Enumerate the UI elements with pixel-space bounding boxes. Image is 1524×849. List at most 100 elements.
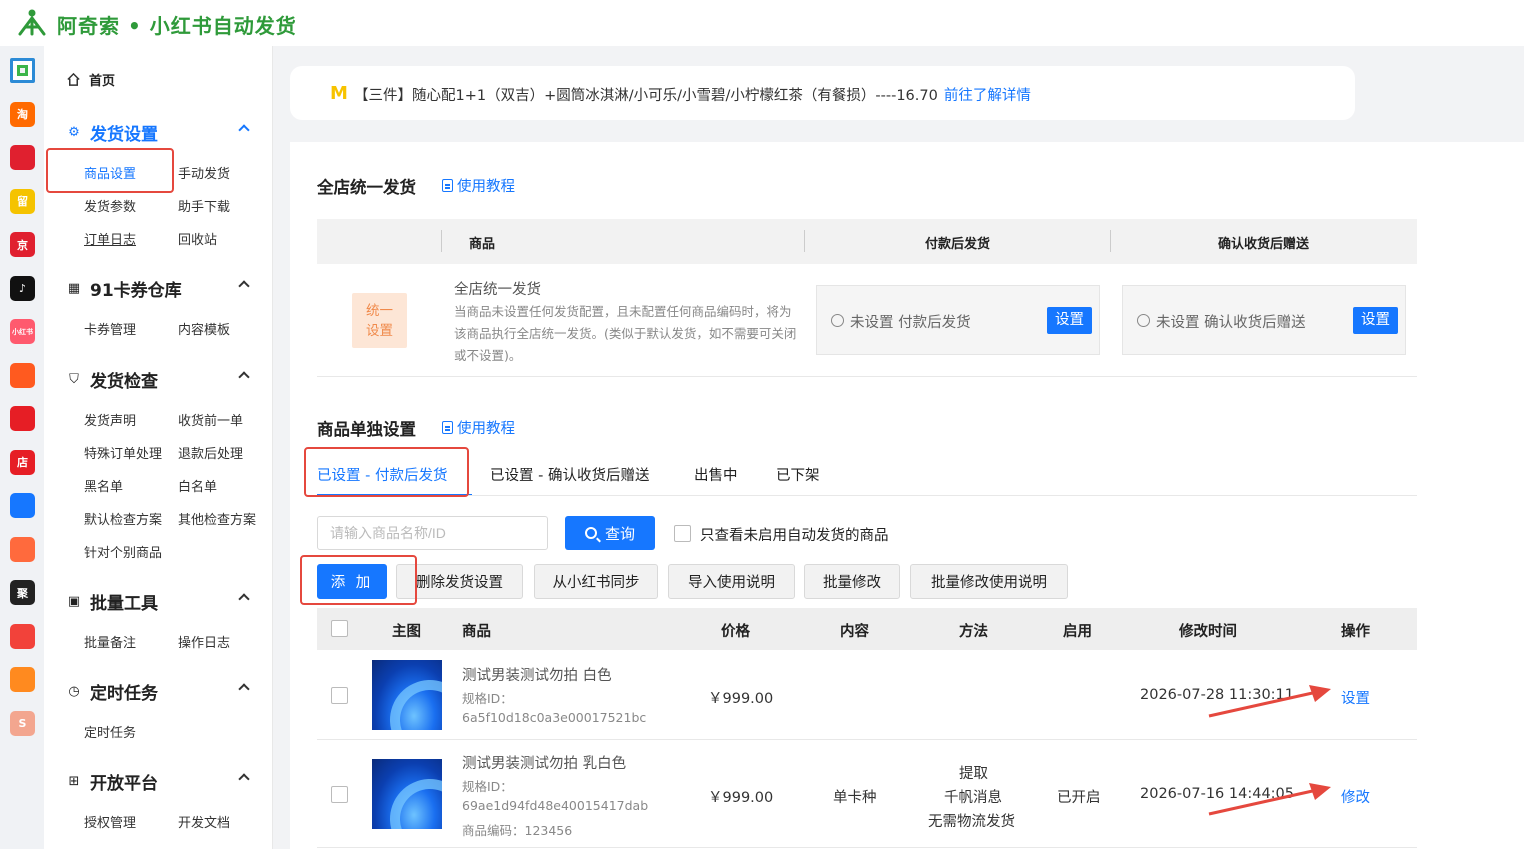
sidebar-item-delivery-statement[interactable]: 发货声明 bbox=[84, 410, 136, 429]
sidebar-item-individual-product[interactable]: 针对个别商品 bbox=[84, 542, 162, 561]
group-card-warehouse[interactable]: ▦ 91卡券仓库 bbox=[66, 276, 256, 301]
sidebar-item-auth-manage[interactable]: 授权管理 bbox=[84, 812, 136, 831]
group-title: 91卡券仓库 bbox=[90, 280, 182, 301]
radio-icon bbox=[1137, 314, 1150, 327]
confirm-gift-config: 未设置 确认收货后赠送 设置 bbox=[1122, 285, 1406, 355]
liuliu-icon[interactable]: 留 bbox=[10, 188, 35, 214]
col-confirm-gift: 确认收货后赠送 bbox=[1218, 237, 1310, 252]
confirm-set-button[interactable]: 设置 bbox=[1353, 307, 1398, 334]
document-icon bbox=[442, 421, 453, 434]
sidebar-item-default-check[interactable]: 默认检查方案 bbox=[84, 509, 162, 528]
kuaimai-icon[interactable]: 聚 bbox=[10, 580, 35, 605]
notice-link[interactable]: 前往了解详情 bbox=[944, 88, 1031, 104]
promo-notice: M 【三件】随心配1+1（双吉）+圆筒冰淇淋/小可乐/小雪碧/小柠檬红茶（有餐损… bbox=[290, 66, 1355, 120]
nav-home[interactable]: 首页 bbox=[66, 70, 115, 89]
group-delivery-settings[interactable]: ⚙ 发货设置 bbox=[66, 120, 256, 145]
row-checkbox[interactable] bbox=[331, 687, 348, 704]
sidebar-item-delivery-params[interactable]: 发货参数 bbox=[84, 196, 136, 215]
spec-id: 69ae1d94fd48e40015417dab bbox=[462, 798, 649, 813]
unified-tutorial-link[interactable]: 使用教程 bbox=[442, 175, 515, 196]
sidebar-item-batch-note[interactable]: 批量备注 bbox=[84, 632, 136, 651]
link-icon[interactable] bbox=[10, 493, 35, 518]
mcdonalds-logo-icon: M bbox=[330, 83, 348, 104]
sidebar-item-helper-download[interactable]: 助手下载 bbox=[178, 196, 230, 215]
query-label: 查询 bbox=[604, 524, 635, 543]
sidebar-item-whitelist[interactable]: 白名单 bbox=[178, 476, 217, 495]
group-scheduled-tasks[interactable]: ◷ 定时任务 bbox=[66, 679, 256, 704]
sidebar-item-other-check[interactable]: 其他检查方案 bbox=[178, 509, 256, 528]
sidebar-item-operation-log[interactable]: 操作日志 bbox=[178, 632, 230, 651]
nav-home-label: 首页 bbox=[89, 74, 116, 89]
group-delivery-check[interactable]: ⛉ 发货检查 bbox=[66, 367, 256, 392]
price: ￥999.00 bbox=[708, 790, 774, 806]
kuaishou-icon[interactable] bbox=[10, 362, 35, 388]
col-content: 内容 bbox=[840, 624, 869, 640]
thumb-icon[interactable] bbox=[10, 406, 35, 431]
sidebar-item-order-log[interactable]: 订单日志 bbox=[84, 229, 136, 248]
pay-delivery-config: 未设置 付款后发货 设置 bbox=[816, 285, 1100, 355]
douyin-icon[interactable]: ♪ bbox=[10, 275, 35, 301]
unified-badge: 统一 设置 bbox=[352, 293, 407, 348]
only-unenabled-checkbox[interactable] bbox=[674, 525, 691, 542]
batch-edit-guide-button[interactable]: 批量修改使用说明 bbox=[910, 564, 1068, 599]
col-price: 价格 bbox=[721, 624, 750, 640]
sync-xhs-button[interactable]: 从小红书同步 bbox=[534, 564, 658, 599]
sidebar-item-manual-delivery[interactable]: 手动发货 bbox=[178, 163, 230, 182]
sidebar-item-recycle-bin[interactable]: 回收站 bbox=[178, 229, 217, 248]
grid-icon: ▦ bbox=[67, 280, 81, 296]
clock-icon: ◷ bbox=[68, 683, 80, 699]
jd-icon[interactable]: 京 bbox=[10, 232, 35, 257]
product-thumbnail[interactable] bbox=[372, 660, 442, 730]
unified-row-title: 全店统一发货 bbox=[454, 282, 541, 298]
batch-edit-button[interactable]: 批量修改 bbox=[804, 564, 900, 599]
gear-icon: ⚙ bbox=[68, 124, 80, 140]
sidebar-item-scheduled-task[interactable]: 定时任务 bbox=[84, 722, 136, 741]
tab-on-sale[interactable]: 出售中 bbox=[694, 464, 738, 485]
grid-app-icon[interactable] bbox=[10, 58, 35, 83]
search-input[interactable] bbox=[317, 516, 548, 550]
tab-off-shelf[interactable]: 已下架 bbox=[776, 464, 820, 485]
orange-icon[interactable] bbox=[10, 667, 35, 692]
pay-set-button[interactable]: 设置 bbox=[1047, 307, 1092, 334]
select-all-checkbox[interactable] bbox=[331, 620, 348, 637]
apps-icon: ⊞ bbox=[68, 773, 80, 789]
sidebar-item-content-template[interactable]: 内容模板 bbox=[178, 319, 230, 338]
tab-divider bbox=[317, 495, 1417, 496]
group-batch-tools[interactable]: ▣ 批量工具 bbox=[66, 589, 256, 614]
badge-line-1: 统一 bbox=[366, 302, 393, 319]
document-icon bbox=[442, 179, 453, 192]
method-line-1: 提取 bbox=[959, 766, 988, 782]
highlight-box bbox=[300, 555, 417, 605]
tab-set-confirm-gift[interactable]: 已设置 - 确认收货后赠送 bbox=[490, 464, 649, 485]
shop-icon[interactable] bbox=[10, 536, 35, 562]
sidebar-item-coupon-manage[interactable]: 卡券管理 bbox=[84, 319, 136, 338]
tmall-icon[interactable] bbox=[10, 145, 35, 170]
taobao-icon[interactable]: 淘 bbox=[10, 101, 35, 127]
sidebar-item-special-orders[interactable]: 特殊订单处理 bbox=[84, 443, 162, 462]
group-open-platform[interactable]: ⊞ 开放平台 bbox=[66, 769, 256, 794]
sidebar-item-blacklist[interactable]: 黑名单 bbox=[84, 476, 123, 495]
col-operation: 操作 bbox=[1341, 624, 1370, 640]
edit-link[interactable]: 修改 bbox=[1341, 786, 1370, 807]
tutorial-label: 使用教程 bbox=[457, 421, 515, 437]
xiaohongshu-icon[interactable]: 小红书 bbox=[10, 319, 35, 344]
query-button[interactable]: 查询 bbox=[565, 516, 655, 550]
store-icon[interactable]: 店 bbox=[10, 449, 35, 475]
shopee-icon[interactable]: S bbox=[10, 710, 35, 736]
unified-row-desc: 当商品未设置任何发货配置，且未配置任何商品编码时，将为该商品执行全店统一发货。(… bbox=[454, 304, 797, 363]
sidebar-item-after-refund[interactable]: 退款后处理 bbox=[178, 443, 243, 462]
import-guide-button[interactable]: 导入使用说明 bbox=[668, 564, 795, 599]
sidebar-item-before-receipt[interactable]: 收货前一单 bbox=[178, 410, 243, 429]
row-checkbox[interactable] bbox=[331, 786, 348, 803]
product-name[interactable]: 测试男装测试勿拍 乳白色 bbox=[462, 752, 626, 773]
product-name[interactable]: 测试男装测试勿拍 白色 bbox=[462, 664, 612, 685]
chevron-up-icon bbox=[238, 280, 250, 292]
badge-line-2: 设置 bbox=[366, 322, 393, 339]
product-thumbnail[interactable] bbox=[372, 759, 442, 829]
tutorial-label: 使用教程 bbox=[457, 179, 515, 195]
col-method: 方法 bbox=[959, 624, 988, 640]
sidebar-item-dev-docs[interactable]: 开发文档 bbox=[178, 812, 230, 831]
set-link[interactable]: 设置 bbox=[1341, 687, 1370, 708]
bag-icon[interactable] bbox=[10, 623, 35, 649]
single-tutorial-link[interactable]: 使用教程 bbox=[442, 417, 515, 438]
